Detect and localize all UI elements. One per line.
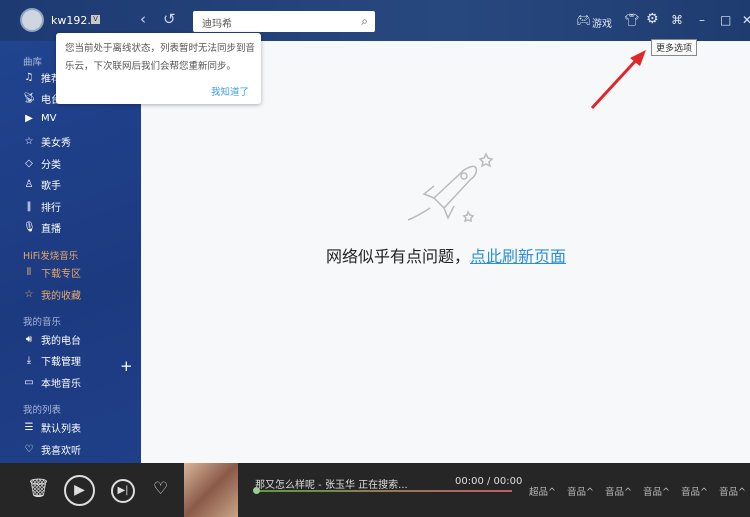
sidebar-item-library-2[interactable]: ▶ MV bbox=[23, 113, 56, 124]
game-label[interactable]: 游戏 bbox=[592, 15, 612, 30]
sidebar-item-hifi-1[interactable]: ☆ 我的收藏 bbox=[23, 287, 81, 302]
tag-icon: ◇ bbox=[25, 158, 33, 169]
sidebar-item-library-5[interactable]: ♙ 歌手 bbox=[23, 177, 61, 192]
quality-selector[interactable]: 音品^ bbox=[719, 484, 746, 498]
section-library: 曲库 bbox=[23, 57, 43, 68]
section-my-lists: 我的列表 bbox=[23, 405, 62, 416]
star-icon: ☆ bbox=[24, 136, 34, 147]
back-icon[interactable]: ‹ bbox=[140, 10, 146, 28]
album-art[interactable] bbox=[184, 463, 238, 517]
sidebar-item-label: 直播 bbox=[41, 224, 61, 235]
section-my-music: 我的音乐 bbox=[23, 317, 62, 328]
monitor-icon: ▭ bbox=[24, 377, 34, 388]
refresh-icon[interactable]: ↺ bbox=[163, 10, 176, 28]
avatar[interactable] bbox=[20, 8, 44, 32]
sidebar-item-label: 歌手 bbox=[41, 181, 61, 192]
vip-badge: V bbox=[91, 15, 100, 24]
sidebar-item-library-6[interactable]: ‖ 排行 bbox=[23, 199, 62, 214]
play-button[interactable]: ▶ bbox=[64, 475, 95, 506]
sidebar-item-label: 我喜欢听 bbox=[41, 446, 81, 457]
sidebar-item-label: 默认列表 bbox=[41, 424, 81, 435]
quality-selector[interactable]: 音品^ bbox=[681, 484, 708, 498]
game-icon[interactable]: 🎮︎ bbox=[576, 13, 591, 27]
music-note-icon: ♫ bbox=[24, 72, 34, 83]
quality-selector[interactable]: 音品^ bbox=[567, 484, 594, 498]
refresh-page-link[interactable]: 点此刷新页面 bbox=[470, 247, 566, 266]
speaker-icon: 🔊︎ bbox=[25, 334, 33, 345]
error-text: 网络似乎有点问题， bbox=[326, 247, 471, 266]
sidebar-item-label: 下载管理 bbox=[41, 357, 81, 368]
sidebar-item-label: 下载专区 bbox=[41, 269, 81, 280]
confirm-link[interactable]: 我知道了 bbox=[211, 84, 249, 98]
heart-icon[interactable]: ♡ bbox=[153, 479, 168, 499]
sidebar-item-library-7[interactable]: 🎙︎ 直播 bbox=[23, 220, 61, 235]
sidebar-item-lists-0[interactable]: ☰ 默认列表 bbox=[23, 420, 81, 435]
sidebar-item-lists-1[interactable]: ♡ 我喜欢听 bbox=[23, 442, 81, 457]
search-value: 迪玛希 bbox=[202, 19, 232, 30]
skin-icon[interactable]: 👕︎ bbox=[624, 13, 639, 27]
progress-bar[interactable] bbox=[255, 490, 512, 492]
heart-icon: ♡ bbox=[24, 444, 34, 455]
close-icon[interactable]: ✕ bbox=[742, 13, 750, 27]
add-list-icon[interactable]: + bbox=[120, 357, 133, 375]
sidebar-item-label: 本地音乐 bbox=[41, 379, 81, 390]
progress-handle[interactable] bbox=[253, 487, 260, 494]
rocket-icon bbox=[407, 152, 494, 223]
offline-popup: 您当前处于离线状态，列表暂时无法同步到音乐云，下次联网后我们会帮您重新同步。 我… bbox=[56, 33, 261, 104]
sidebar-item-mymusic-1[interactable]: ⤓ 下载管理 bbox=[23, 353, 81, 368]
sidebar-item-label: 分类 bbox=[41, 160, 61, 171]
sidebar-item-label: 美女秀 bbox=[41, 138, 71, 149]
quality-selector[interactable]: 音品^ bbox=[643, 484, 670, 498]
sidebar-item-label: 我的电台 bbox=[41, 336, 81, 347]
quality-selector[interactable]: 音品^ bbox=[605, 484, 632, 498]
quality-selector[interactable]: 超品^ bbox=[529, 484, 556, 498]
tooltip: 更多选项 bbox=[651, 39, 698, 56]
mini-mode-icon[interactable]: ⌘ bbox=[671, 13, 683, 27]
download-icon: ⤓ bbox=[26, 355, 32, 366]
sidebar-item-label: 我的收藏 bbox=[41, 291, 81, 302]
person-icon: ♙ bbox=[24, 179, 34, 190]
sidebar-item-mymusic-0[interactable]: 🔊︎ 我的电台 bbox=[23, 332, 81, 347]
star-icon: ☆ bbox=[24, 289, 34, 300]
sidebar-item-hifi-0[interactable]: ⦀ 下载专区 bbox=[23, 265, 81, 280]
search-input[interactable]: 迪玛希 ⌕ bbox=[193, 11, 375, 32]
minimize-icon[interactable]: – bbox=[699, 13, 705, 27]
sidebar-item-label: MV bbox=[41, 113, 57, 124]
time-display: 00:00 / 00:00 bbox=[455, 476, 523, 487]
sidebar-item-mymusic-2[interactable]: ▭ 本地音乐 bbox=[23, 375, 81, 390]
waveform-icon: ⦀ bbox=[26, 267, 32, 278]
red-arrow-annotation bbox=[590, 50, 646, 110]
sidebar-item-library-4[interactable]: ◇ 分类 bbox=[23, 156, 61, 171]
bars-icon: ‖ bbox=[26, 201, 32, 212]
error-message: 网络似乎有点问题，点此刷新页面 bbox=[326, 243, 566, 267]
radio-icon: 📡︎ bbox=[23, 93, 36, 104]
next-button[interactable]: ▶| bbox=[111, 479, 135, 503]
sidebar-item-label: 排行 bbox=[41, 203, 61, 214]
list-icon: ☰ bbox=[24, 422, 34, 433]
maximize-icon[interactable]: □ bbox=[720, 13, 731, 27]
trash-icon[interactable]: 🗑︎ bbox=[27, 478, 50, 499]
mic-icon: 🎙︎ bbox=[23, 222, 36, 233]
popup-message: 您当前处于离线状态，列表暂时无法同步到音乐云，下次联网后我们会帮您重新同步。 bbox=[65, 43, 256, 72]
section-hifi: HiFi发烧音乐 bbox=[23, 251, 79, 262]
sidebar-item-library-3[interactable]: ☆ 美女秀 bbox=[23, 134, 71, 149]
search-icon[interactable]: ⌕ bbox=[361, 14, 368, 29]
video-icon: ▶ bbox=[25, 113, 33, 124]
gear-icon[interactable]: ⚙ bbox=[646, 11, 659, 27]
song-title: 那又怎么样呢 - 张玉华 正在搜索... bbox=[255, 480, 408, 491]
